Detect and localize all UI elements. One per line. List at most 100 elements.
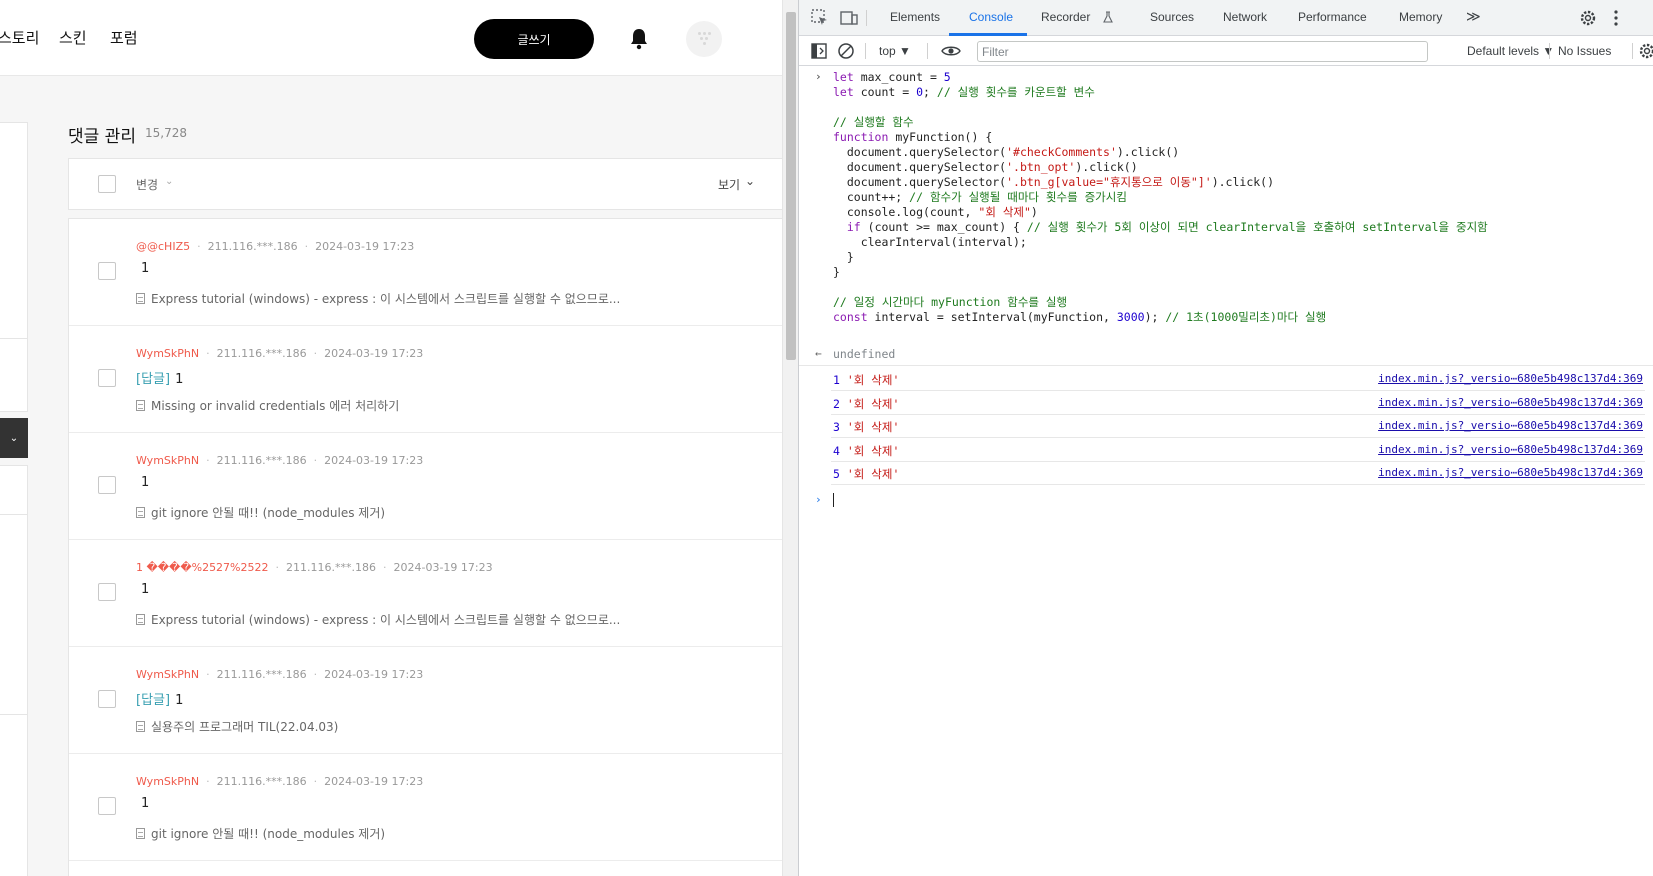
comment-checkbox[interactable] [98,369,116,387]
comment-row[interactable]: 1 ����%2527%2522 · 211.116.***.186 · 2024-03… [69,540,782,647]
comment-ip: 211.116.***.186 [216,347,307,360]
view-dropdown[interactable]: 보기 [718,176,740,193]
tab-recorder[interactable]: Recorder [1041,10,1090,24]
chevron-down-icon[interactable]: ⌄ [0,418,28,458]
change-dropdown[interactable]: 변경 [136,176,158,193]
log-source-link[interactable]: index.min.js?_versio⋯680e5b498c137d4:369 [1378,466,1643,479]
separator-dot: · [206,454,210,467]
code-line: function myFunction() { [833,130,993,144]
tab-performance[interactable]: Performance [1298,10,1367,24]
post-title[interactable]: 실용주의 프로그래머 TIL(22.04.03) [151,720,338,734]
nav-skin[interactable]: 스킨 [59,27,87,48]
comment-author[interactable]: 1 ����%2527%2522 [136,561,269,574]
comment-author[interactable]: WymSkPhN [136,668,199,681]
tab-elements[interactable]: Elements [890,10,940,24]
post-title[interactable]: Express tutorial (windows) - express : 이… [151,613,620,627]
comment-content: 1 [141,582,150,597]
log-count: 5 [833,467,840,481]
filter-input[interactable] [982,44,1422,59]
nav-story[interactable]: 스토리 [0,27,39,48]
comment-content: 1 [141,475,150,490]
comment-date: 2024-03-19 17:23 [324,347,424,360]
log-levels-dropdown[interactable]: Default levels ▼ [1467,44,1554,58]
comment-post-link[interactable]: Express tutorial (windows) - express : 이… [136,611,620,628]
console-settings-gear-icon[interactable] [1637,41,1653,61]
post-title[interactable]: Express tutorial (windows) - express : 이… [151,292,620,306]
comment-post-link[interactable]: Express tutorial (windows) - express : 이… [136,290,620,307]
gear-icon[interactable] [1578,8,1598,28]
comment-author[interactable]: WymSkPhN [136,454,199,467]
comment-checkbox[interactable] [98,476,116,494]
sidebar-toggle-icon[interactable] [809,41,829,61]
comment-checkbox[interactable] [98,583,116,601]
comment-ip: 211.116.***.186 [207,240,298,253]
log-row: 5 '회 삭제' index.min.js?_versio⋯680e5b498c1… [831,461,1645,485]
comment-author[interactable]: WymSkPhN [136,347,199,360]
log-message: 2 '회 삭제' [833,396,899,412]
select-all-checkbox[interactable] [98,175,116,193]
filter-box[interactable] [977,41,1428,62]
scrollbar-thumb[interactable] [786,12,796,360]
separator-dot: · [197,240,201,253]
comment-row[interactable]: WymSkPhN · 211.116.***.186 · 2024-03-19 17:2… [69,326,782,433]
issues-counter[interactable]: No Issues [1558,44,1611,58]
post-title[interactable]: Missing or invalid credentials 에러 처리하기 [151,399,399,413]
log-source-link[interactable]: index.min.js?_versio⋯680e5b498c137d4:369 [1378,396,1643,409]
more-options-icon[interactable] [1606,8,1626,28]
nav-forum[interactable]: 포럼 [110,27,138,48]
log-source-link[interactable]: index.min.js?_versio⋯680e5b498c137d4:369 [1378,419,1643,432]
write-button[interactable]: 글쓰기 [474,19,594,59]
bell-icon[interactable] [629,28,649,50]
separator-dot: · [313,775,318,788]
document-icon [136,828,145,839]
tab-sources[interactable]: Sources [1150,10,1194,24]
comment-checkbox[interactable] [98,262,116,280]
comment-ip: 211.116.***.186 [216,454,307,467]
inspect-element-icon[interactable] [810,8,830,28]
comment-checkbox[interactable] [98,690,116,708]
log-message: 3 '회 삭제' [833,419,899,435]
comment-body: 1 [136,582,149,597]
code-line: let count = 0; // 실행 횟수를 카운트할 변수 [833,85,1095,99]
device-toolbar-icon[interactable] [839,8,859,28]
code-line: count++; // 함수가 실행될 때마다 횟수를 증가시킴 [833,190,1127,204]
post-title[interactable]: git ignore 안될 때!! (node_modules 제거) [151,827,385,841]
context-select[interactable]: top ▼ [879,44,911,58]
comment-checkbox[interactable] [98,797,116,815]
document-icon [136,614,145,625]
comment-post-link[interactable]: git ignore 안될 때!! (node_modules 제거) [136,825,385,842]
log-source-link[interactable]: index.min.js?_versio⋯680e5b498c137d4:369 [1378,443,1643,456]
top-bar: 스토리 스킨 포럼 글쓰기 [0,0,782,76]
tab-memory[interactable]: Memory [1399,10,1442,24]
log-row: 4 '회 삭제' index.min.js?_versio⋯680e5b498c1… [831,438,1645,462]
comment-row[interactable]: @@cHIZ5 · 211.116.***.186 · 2024-03-19 17:23… [69,219,782,326]
comment-post-link[interactable]: 실용주의 프로그래머 TIL(22.04.03) [136,718,338,735]
console-output[interactable]: › let max_count = 5 let count = 0; // 실행 … [799,67,1653,876]
tab-network[interactable]: Network [1223,10,1267,24]
code-line: document.querySelector('.btn_g[value="휴지… [833,175,1275,189]
comment-row[interactable]: WymSkPhN · 211.116.***.186 · 2024-03-19 17:2… [69,433,782,540]
comment-author[interactable]: @@cHIZ5 [136,240,190,253]
comment-body: 1 [136,261,149,276]
comment-post-link[interactable]: git ignore 안될 때!! (node_modules 제거) [136,504,385,521]
avatar[interactable] [686,21,722,57]
console-input-caret[interactable] [833,493,834,507]
log-source-link[interactable]: index.min.js?_versio⋯680e5b498c137d4:369 [1378,372,1643,385]
post-title[interactable]: git ignore 안될 때!! (node_modules 제거) [151,506,385,520]
more-tabs-button[interactable]: ≫ [1466,8,1481,25]
code-line: document.querySelector('.btn_opt').click… [833,160,1138,174]
tab-console[interactable]: Console [969,10,1013,24]
page-scrollbar[interactable] [782,0,798,876]
comment-date: 2024-03-19 17:23 [324,668,424,681]
comment-post-link[interactable]: Missing or invalid credentials 에러 처리하기 [136,397,399,414]
eye-icon[interactable] [941,41,961,61]
clear-console-icon[interactable] [836,41,856,61]
comment-author[interactable]: WymSkPhN [136,775,199,788]
comment-row[interactable]: WymSkPhN · 211.116.***.186 · 2024-03-19 17:2… [69,647,782,754]
separator-dot: · [313,347,318,360]
separator-dot: · [206,668,210,681]
chevron-down-icon: ⌄ [745,174,756,188]
code-line: } [833,265,840,279]
log-text: '회 삭제' [846,420,900,434]
comment-row[interactable]: WymSkPhN · 211.116.***.186 · 2024-03-19 17:2… [69,754,782,861]
